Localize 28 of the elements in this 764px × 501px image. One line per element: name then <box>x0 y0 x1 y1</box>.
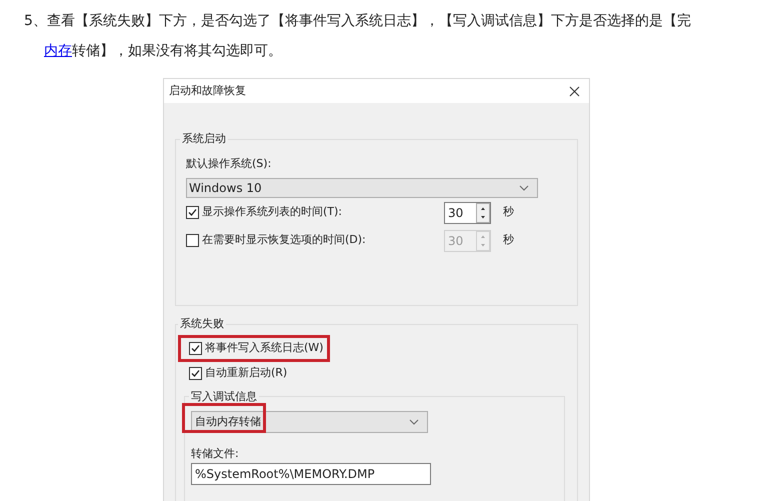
unit-label: 秒 <box>503 232 514 248</box>
seconds-spinner[interactable]: 30 <box>444 202 491 224</box>
os-dropdown[interactable]: Windows 10 <box>186 178 538 198</box>
checkbox-label: 自动重新启动(R) <box>205 364 288 381</box>
unit-label: 秒 <box>503 204 514 220</box>
group-title: 系统失败 <box>179 316 225 332</box>
group-title: 系统启动 <box>181 131 227 147</box>
chevron-down-icon <box>409 419 419 425</box>
close-icon[interactable] <box>569 86 580 96</box>
dump-type-dropdown[interactable]: 自动内存转储 <box>191 411 428 433</box>
checkmark-icon <box>190 368 201 378</box>
checkbox-label: 显示操作系统列表的时间(T): <box>202 204 344 220</box>
dialog-title: 启动和故障恢复 <box>169 82 246 99</box>
checkbox[interactable] <box>189 342 202 354</box>
spin-arrows-icon[interactable] <box>476 202 490 222</box>
checkmark-icon <box>190 342 201 354</box>
instruction-paragraph: 5、查看【系统失败】下方，是否勾选了【将事件写入系统日志】，【写入调试信息】下方是否选择的是【完 内存转储】，如果没有将其勾选即可。 <box>23 12 692 61</box>
checkbox-label: 将事件写入系统日志(W) <box>205 340 324 356</box>
checkbox[interactable] <box>189 366 202 380</box>
checkbox[interactable] <box>186 206 199 219</box>
group-title: 写入调试信息 <box>190 388 258 404</box>
checkbox-label: 在需要时显示恢复选项的时间(D): <box>202 232 367 248</box>
checkmark-icon <box>187 207 198 218</box>
chevron-down-icon <box>519 185 529 191</box>
dump-file-field[interactable]: %SystemRoot%\MEMORY.DMP <box>191 462 431 484</box>
memory-link[interactable]: 内存 <box>44 43 72 59</box>
field-label: 转储文件: <box>191 446 240 462</box>
field-label: 默认操作系统(S): <box>186 156 272 172</box>
